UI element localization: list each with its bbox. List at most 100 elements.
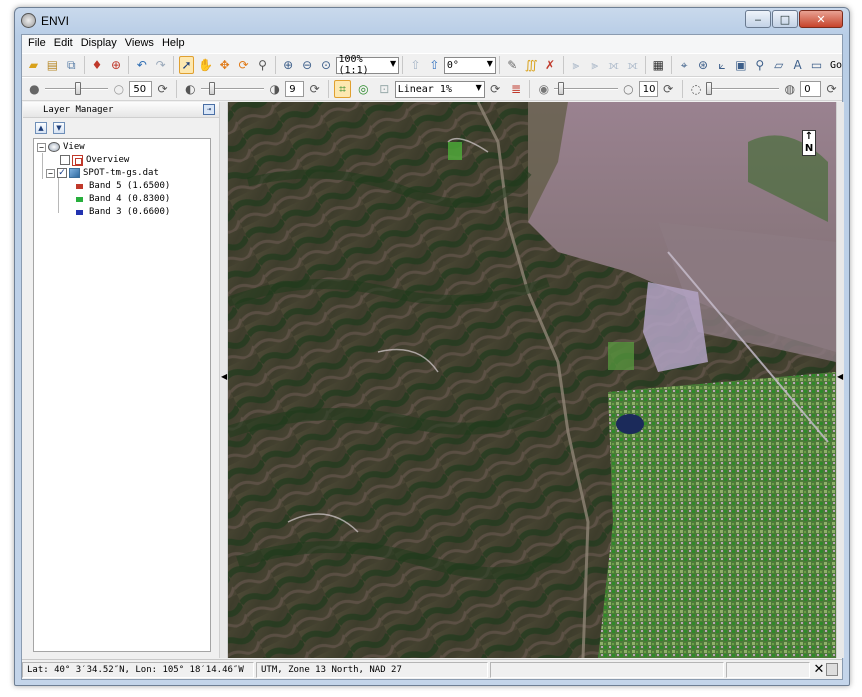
rotate-left-icon[interactable]: ⇧ xyxy=(408,56,423,74)
rotate-right-icon[interactable]: ⇧ xyxy=(427,56,442,74)
contrast-value[interactable]: 9 xyxy=(285,81,305,97)
collapse-raster-toggle[interactable]: − xyxy=(46,168,55,178)
brightness-value[interactable]: 50 xyxy=(129,81,153,97)
zoom-select[interactable]: 100% (1:1) ▼ xyxy=(335,54,400,76)
status-progress xyxy=(726,661,810,678)
text-icon[interactable]: A xyxy=(790,56,805,74)
overview-icon xyxy=(72,154,83,166)
open-file-icon[interactable]: ▰ xyxy=(26,56,41,74)
print-icon[interactable]: ▭ xyxy=(809,56,824,74)
transparency-icon: ◌ xyxy=(690,82,702,96)
rotate-icon[interactable]: ⟳ xyxy=(236,56,251,74)
place-marker-icon[interactable]: ♦ xyxy=(90,56,105,74)
menu-views[interactable]: Views xyxy=(123,35,160,53)
contrast-slider[interactable] xyxy=(200,81,265,97)
collapse-view-toggle[interactable]: − xyxy=(37,142,46,152)
fly-icon[interactable]: ✥ xyxy=(217,56,232,74)
stretch-icon[interactable]: ⌗ xyxy=(334,80,351,98)
polygon-icon[interactable]: ⏥ xyxy=(771,56,786,74)
window-title: ENVI xyxy=(41,14,70,28)
transparency-value[interactable]: 0 xyxy=(800,81,822,97)
pan-hand-icon[interactable]: ✋ xyxy=(198,56,213,74)
zoom-out-icon[interactable]: ⊖ xyxy=(300,56,315,74)
transparency-max-icon: ◍ xyxy=(784,82,796,96)
cursor-value-icon[interactable]: ⌖ xyxy=(677,56,692,74)
envi-app-icon xyxy=(21,13,36,28)
main-toolbar: ▰ ▤ ⧉ ♦ ⊕ ↶ ↷ ➚ ✋ ✥ ⟳ ⚲ ⊕ ⊖ ⊙ 100% (1:1)… xyxy=(22,53,842,77)
minimize-button[interactable]: ‒ xyxy=(745,10,771,28)
stretch-select[interactable]: Linear 1% ▼ xyxy=(394,80,485,98)
portal-icon[interactable]: ⫸ xyxy=(568,56,583,74)
crosshair-icon[interactable]: ⊕ xyxy=(109,56,124,74)
swipe-icon[interactable]: ⟗ xyxy=(625,56,640,74)
spectral-profile-icon[interactable]: ∭ xyxy=(524,56,539,74)
overview-checkbox[interactable] xyxy=(60,155,70,165)
magnify-icon[interactable]: ⚲ xyxy=(752,56,767,74)
client-area: File Edit Display Views Help ▰ ▤ ⧉ ♦ ⊕ ↶… xyxy=(21,34,844,680)
satellite-image[interactable] xyxy=(228,102,836,658)
tree-row-overview[interactable]: Overview xyxy=(60,154,129,166)
select-arrow-icon[interactable]: ➚ xyxy=(178,56,195,74)
vector-icon[interactable]: ✗ xyxy=(543,56,558,74)
status-latlon: Lat: 40° 3′34.52″N, Lon: 105° 18′14.46″W xyxy=(22,661,254,678)
sharpen-slider[interactable] xyxy=(554,81,618,97)
target-icon[interactable]: ◎ xyxy=(355,80,372,98)
undo-icon[interactable]: ↶ xyxy=(134,56,149,74)
pin-icon[interactable]: ⇥ xyxy=(203,104,215,115)
zoom-fit-icon[interactable]: ⊙ xyxy=(319,56,334,74)
maximize-button[interactable]: □ xyxy=(772,10,798,28)
film-strip-icon[interactable]: ▦ xyxy=(651,56,666,74)
measure-icon[interactable]: ⟀ xyxy=(714,56,729,74)
transparency-slider[interactable] xyxy=(706,81,780,97)
sharpen-value[interactable]: 10 xyxy=(638,81,658,97)
raster-checkbox[interactable]: ✓ xyxy=(57,168,67,178)
flicker-icon[interactable]: ⟗ xyxy=(606,56,621,74)
image-display[interactable]: ↑ N xyxy=(228,102,836,658)
reset-sharpen-icon[interactable]: ⟳ xyxy=(660,80,677,98)
reset-transparency-icon[interactable]: ⟳ xyxy=(823,80,840,98)
panel-splitter[interactable]: ◀ xyxy=(219,102,228,658)
move-layer-up-button[interactable]: ▲ xyxy=(35,122,47,134)
redo-icon[interactable]: ↷ xyxy=(153,56,168,74)
band-label: Band 3 (0.6600) xyxy=(89,207,171,217)
status-empty xyxy=(490,661,724,678)
collapse-left-icon[interactable]: ◀ xyxy=(221,372,227,381)
lock-stretch-icon[interactable]: ⊡ xyxy=(376,80,393,98)
brightness-slider[interactable] xyxy=(44,81,109,97)
expand-right-icon[interactable]: ◀ xyxy=(837,372,843,381)
menu-display[interactable]: Display xyxy=(79,35,123,53)
zoom-in-icon[interactable]: ⊕ xyxy=(281,56,296,74)
chip-view-icon[interactable]: ⧉ xyxy=(64,56,79,74)
tree-row-raster[interactable]: − ✓ SPOT-tm-gs.dat xyxy=(46,167,159,179)
close-button[interactable]: ✕ xyxy=(799,10,843,28)
fine-zoom-icon[interactable]: ⚲ xyxy=(255,56,270,74)
data-manager-icon[interactable]: ▤ xyxy=(45,56,60,74)
crosshairs-icon[interactable]: ⊛ xyxy=(696,56,711,74)
histogram-icon[interactable]: ≣ xyxy=(508,80,525,98)
rotation-select[interactable]: 0° ▼ xyxy=(443,56,496,74)
move-layer-down-button[interactable]: ▼ xyxy=(53,122,65,134)
status-projection: UTM, Zone 13 North, NAD 27 xyxy=(256,661,488,678)
menu-bar: File Edit Display Views Help xyxy=(22,35,842,53)
right-panel-splitter[interactable]: ◀ xyxy=(836,102,844,658)
go-to-field[interactable]: Go xyxy=(830,60,842,71)
tree-row-band[interactable]: Band 5 (1.6500) xyxy=(76,180,170,192)
menu-file[interactable]: File xyxy=(26,35,52,53)
tree-row-band[interactable]: Band 4 (0.8300) xyxy=(76,193,170,205)
tree-row-band[interactable]: Band 3 (0.6600) xyxy=(76,206,170,218)
reset-brightness-icon[interactable]: ⟳ xyxy=(154,80,171,98)
resize-grip-icon[interactable] xyxy=(826,663,838,676)
rotation-value: 0° xyxy=(446,59,459,71)
tree-row-view[interactable]: − View xyxy=(37,141,85,153)
menu-help[interactable]: Help xyxy=(160,35,191,53)
menu-edit[interactable]: Edit xyxy=(52,35,79,53)
title-bar[interactable]: ENVI ‒ □ ✕ xyxy=(15,8,849,34)
raster-layer-icon xyxy=(69,168,80,178)
annotation-icon[interactable]: ✎ xyxy=(505,56,520,74)
blend-icon[interactable]: ⫸ xyxy=(587,56,602,74)
reset-stretch-icon[interactable]: ⟳ xyxy=(487,80,504,98)
cancel-process-icon[interactable]: ✕ xyxy=(812,663,826,677)
reset-contrast-icon[interactable]: ⟳ xyxy=(306,80,323,98)
export-icon[interactable]: ▣ xyxy=(733,56,748,74)
view-label: View xyxy=(63,142,85,152)
